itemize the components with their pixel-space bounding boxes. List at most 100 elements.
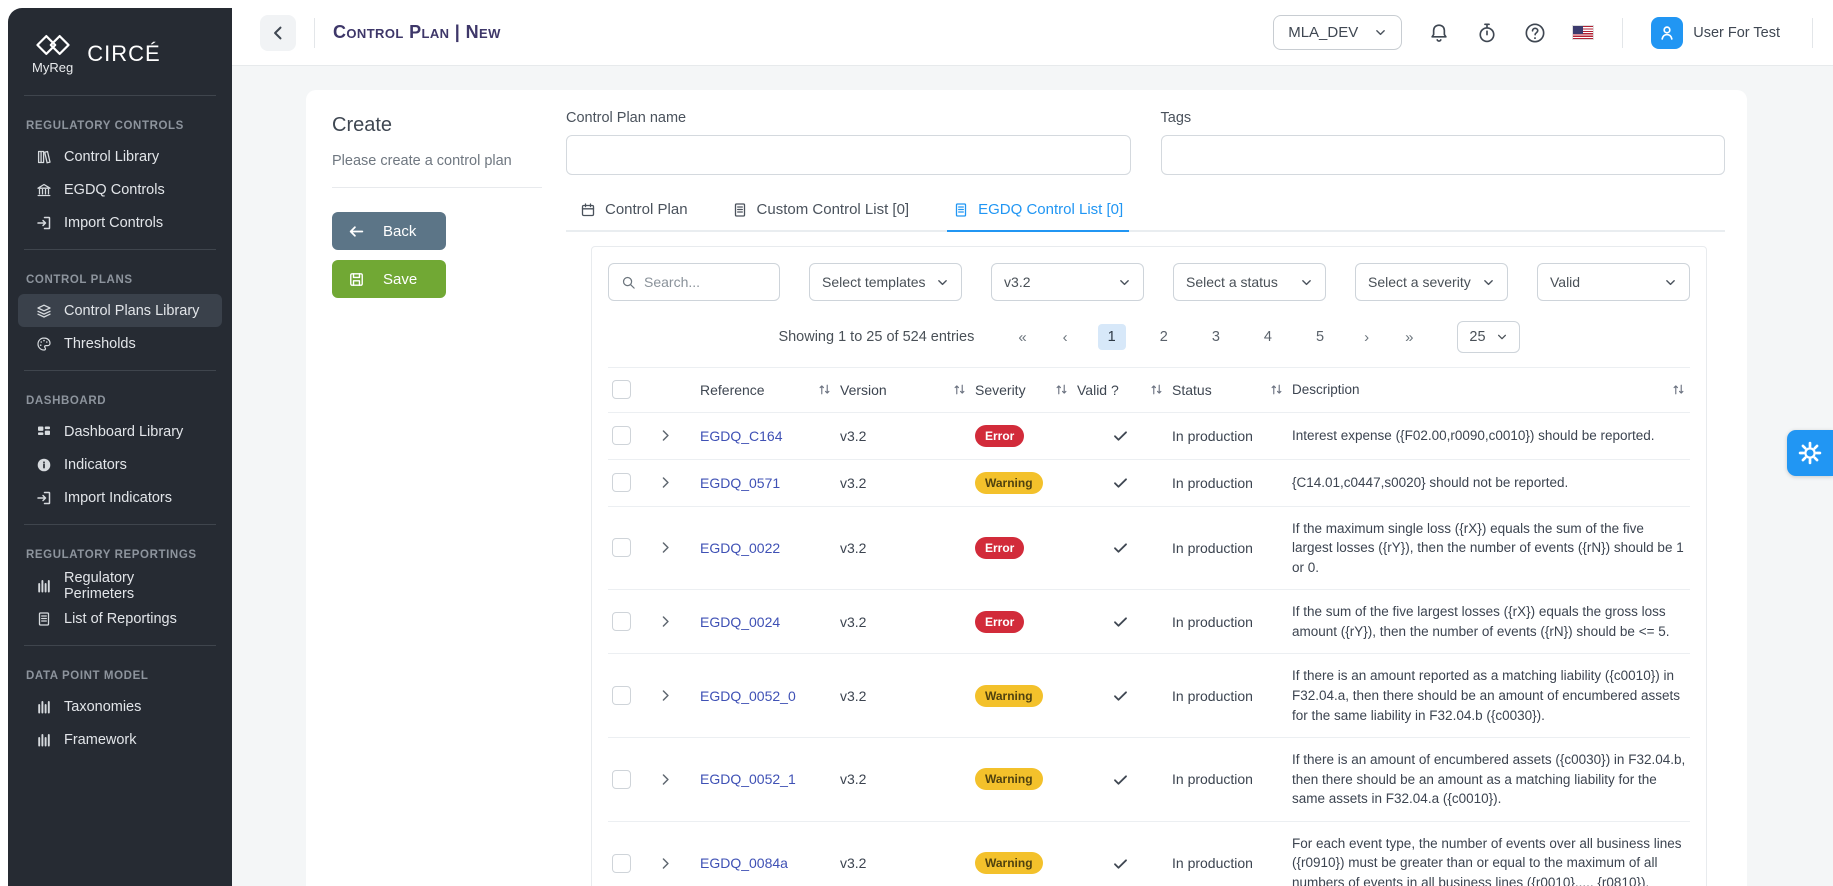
sidebar-divider bbox=[24, 645, 216, 646]
reference-link[interactable]: EGDQ_0052_0 bbox=[700, 688, 796, 704]
sidebar-item-thresholds[interactable]: Thresholds bbox=[18, 327, 222, 360]
row-checkbox[interactable] bbox=[612, 854, 631, 873]
version-select[interactable]: v3.2 bbox=[991, 263, 1144, 301]
column-header-version[interactable]: Version bbox=[840, 382, 887, 398]
sort-icon[interactable] bbox=[1269, 382, 1284, 397]
sidebar-item-dashboard-library[interactable]: Dashboard Library bbox=[18, 415, 222, 448]
section-title-dashboard: DASHBOARD bbox=[8, 387, 232, 415]
back-nav-button[interactable] bbox=[260, 15, 296, 51]
reference-link[interactable]: EGDQ_C164 bbox=[700, 428, 782, 444]
sidebar-item-framework[interactable]: Framework bbox=[18, 723, 222, 756]
column-header-valid[interactable]: Valid ? bbox=[1077, 382, 1119, 398]
app-name: CIRCÉ bbox=[87, 41, 160, 67]
reference-link[interactable]: EGDQ_0571 bbox=[700, 475, 780, 491]
tags-input[interactable] bbox=[1161, 135, 1726, 175]
sidebar-item-control-library[interactable]: Control Library bbox=[18, 140, 222, 173]
select-all-checkbox[interactable] bbox=[612, 380, 631, 399]
control-plan-name-input[interactable] bbox=[566, 135, 1131, 175]
us-flag-icon[interactable] bbox=[1572, 25, 1594, 40]
reference-link[interactable]: EGDQ_0024 bbox=[700, 614, 780, 630]
reference-link[interactable]: EGDQ_0084a bbox=[700, 855, 788, 871]
column-header-description[interactable]: Description bbox=[1292, 380, 1360, 400]
templates-select[interactable]: Select templates bbox=[809, 263, 962, 301]
bell-icon[interactable] bbox=[1428, 22, 1450, 44]
version-cell: v3.2 bbox=[836, 602, 971, 642]
row-checkbox[interactable] bbox=[612, 686, 631, 705]
tab-label: EGDQ Control List [0] bbox=[978, 201, 1123, 218]
sidebar-item-egdq-controls[interactable]: EGDQ Controls bbox=[18, 173, 222, 206]
expand-row-icon[interactable] bbox=[658, 688, 673, 703]
back-button-label: Back bbox=[383, 223, 416, 240]
next-page-button[interactable]: › bbox=[1358, 325, 1375, 350]
expand-row-icon[interactable] bbox=[658, 772, 673, 787]
import-icon bbox=[36, 215, 52, 231]
version-select-value: v3.2 bbox=[1004, 274, 1030, 290]
info-icon bbox=[36, 457, 52, 473]
tab-custom-control-list[interactable]: Custom Control List [0] bbox=[732, 201, 910, 230]
expand-row-icon[interactable] bbox=[658, 614, 673, 629]
sort-icon[interactable] bbox=[952, 382, 967, 397]
search-input[interactable] bbox=[644, 274, 767, 290]
column-header-reference[interactable]: Reference bbox=[700, 382, 765, 398]
last-page-button[interactable]: » bbox=[1399, 325, 1419, 350]
sort-icon[interactable] bbox=[1149, 382, 1164, 397]
status-select[interactable]: Select a status bbox=[1173, 263, 1326, 301]
tab-control-plan[interactable]: Control Plan bbox=[580, 201, 688, 230]
reference-link[interactable]: EGDQ_0022 bbox=[700, 540, 780, 556]
books-icon bbox=[36, 149, 52, 165]
status-cell: In production bbox=[1168, 843, 1288, 883]
prev-page-button[interactable]: ‹ bbox=[1057, 325, 1074, 350]
sidebar-item-import-controls[interactable]: Import Controls bbox=[18, 206, 222, 239]
expand-row-icon[interactable] bbox=[658, 475, 673, 490]
severity-badge: Error bbox=[975, 537, 1024, 559]
tab-egdq-control-list[interactable]: EGDQ Control List [0] bbox=[953, 201, 1123, 230]
help-icon[interactable] bbox=[1524, 22, 1546, 44]
page-title: Control Plan | New bbox=[333, 22, 501, 43]
page-number-2[interactable]: 2 bbox=[1150, 324, 1178, 350]
row-checkbox[interactable] bbox=[612, 538, 631, 557]
sidebar-item-label: Regulatory Perimeters bbox=[64, 570, 204, 602]
table-row: EGDQ_0052_1 v3.2 Warning In production I… bbox=[608, 738, 1690, 822]
save-button[interactable]: Save bbox=[332, 260, 446, 298]
sidebar-item-list-of-reportings[interactable]: List of Reportings bbox=[18, 602, 222, 635]
page-number-3[interactable]: 3 bbox=[1202, 324, 1230, 350]
row-checkbox[interactable] bbox=[612, 426, 631, 445]
page-number-4[interactable]: 4 bbox=[1254, 324, 1282, 350]
column-header-severity[interactable]: Severity bbox=[975, 382, 1026, 398]
row-checkbox[interactable] bbox=[612, 770, 631, 789]
page-size-select[interactable]: 25 bbox=[1457, 321, 1519, 353]
sort-icon[interactable] bbox=[1054, 382, 1069, 397]
row-checkbox[interactable] bbox=[612, 473, 631, 492]
sort-icon[interactable] bbox=[817, 382, 832, 397]
description-cell: For each event type, the number of event… bbox=[1288, 822, 1690, 886]
environment-select[interactable]: MLA_DEV bbox=[1273, 15, 1402, 50]
page-number-5[interactable]: 5 bbox=[1306, 324, 1334, 350]
severity-select[interactable]: Select a severity bbox=[1355, 263, 1508, 301]
sort-icon[interactable] bbox=[1671, 382, 1686, 397]
user-icon bbox=[1658, 24, 1676, 42]
expand-row-icon[interactable] bbox=[658, 856, 673, 871]
valid-select[interactable]: Valid bbox=[1537, 263, 1690, 301]
expand-row-icon[interactable] bbox=[658, 540, 673, 555]
version-cell: v3.2 bbox=[836, 759, 971, 799]
sidebar-item-label: Control Library bbox=[64, 149, 159, 165]
first-page-button[interactable]: « bbox=[1012, 325, 1032, 350]
header-divider bbox=[314, 18, 315, 48]
reference-link[interactable]: EGDQ_0052_1 bbox=[700, 771, 796, 787]
stopwatch-icon[interactable] bbox=[1476, 22, 1498, 44]
column-header-status[interactable]: Status bbox=[1172, 382, 1212, 398]
sidebar-item-control-plans-library[interactable]: Control Plans Library bbox=[18, 294, 222, 327]
back-button[interactable]: Back bbox=[332, 212, 446, 250]
row-checkbox[interactable] bbox=[612, 612, 631, 631]
sidebar-item-taxonomies[interactable]: Taxonomies bbox=[18, 690, 222, 723]
sidebar-item-indicators[interactable]: Indicators bbox=[18, 448, 222, 481]
settings-gear-button[interactable] bbox=[1787, 430, 1833, 476]
user-menu-button[interactable]: User For Test bbox=[1651, 17, 1780, 49]
sidebar-item-regulatory-perimeters[interactable]: Regulatory Perimeters bbox=[18, 569, 222, 602]
status-cell: In production bbox=[1168, 759, 1288, 799]
tab-label: Custom Control List [0] bbox=[757, 201, 910, 218]
page-number-1[interactable]: 1 bbox=[1098, 324, 1126, 350]
tab-bar: Control Plan Custom Control List [0] EGD… bbox=[566, 201, 1725, 232]
expand-row-icon[interactable] bbox=[658, 428, 673, 443]
sidebar-item-import-indicators[interactable]: Import Indicators bbox=[18, 481, 222, 514]
